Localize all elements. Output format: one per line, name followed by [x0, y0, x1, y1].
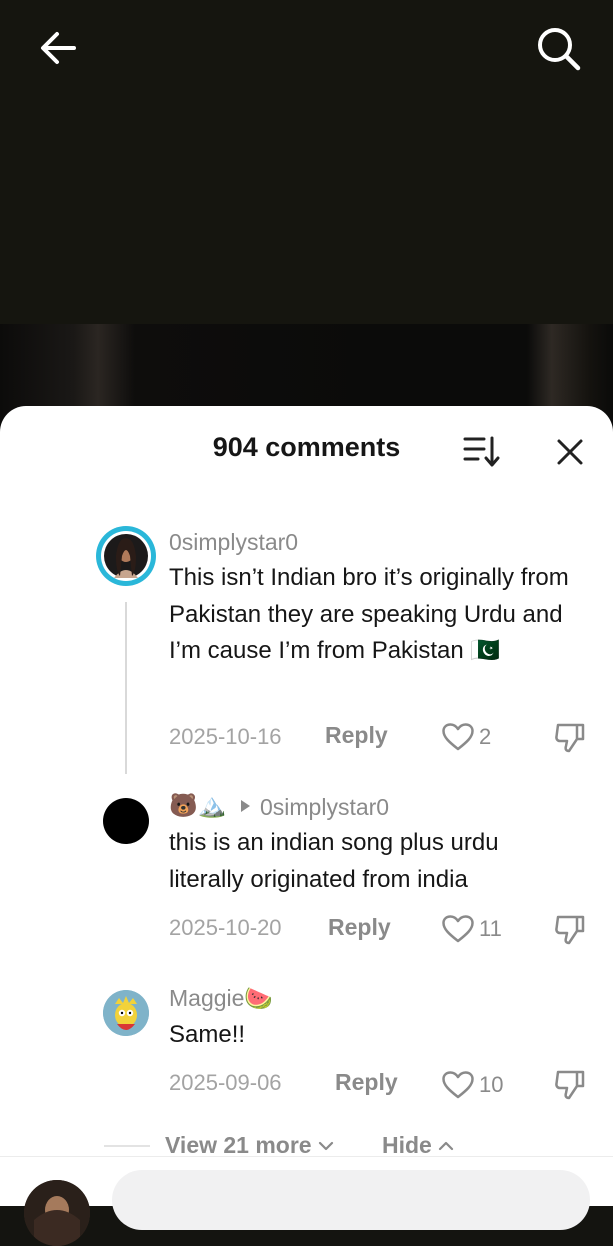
comment-username[interactable]: 0simplystar0 — [169, 529, 298, 556]
like-button[interactable]: 11 — [441, 914, 502, 944]
search-button[interactable] — [534, 24, 584, 74]
comments-sheet: 904 comments 0simplystar0 This isn’t Ind… — [0, 406, 613, 1246]
view-more-replies-button[interactable]: View 21 more — [165, 1132, 334, 1159]
avatar[interactable] — [103, 798, 149, 844]
close-button[interactable] — [552, 434, 588, 470]
comment-text: Same!! — [169, 1021, 246, 1048]
thumbs-down-icon — [555, 1070, 585, 1100]
video-area[interactable] — [0, 0, 613, 324]
close-icon — [557, 439, 583, 465]
like-count: 11 — [479, 916, 502, 941]
heart-icon — [442, 915, 474, 943]
dislike-button[interactable] — [553, 721, 587, 760]
dislike-button[interactable] — [553, 913, 587, 952]
thumbs-down-icon — [555, 723, 585, 753]
comment-date: 2025-09-06 — [169, 1070, 282, 1095]
reply-button[interactable]: Reply — [335, 1069, 398, 1096]
back-button[interactable] — [34, 24, 84, 74]
comment-text: This isn’t Indian bro it’s originally fr… — [169, 564, 569, 664]
avatar[interactable] — [103, 990, 149, 1036]
search-icon — [538, 28, 581, 71]
chevron-up-icon — [438, 1141, 453, 1150]
arrow-left-icon — [41, 32, 76, 64]
like-count: 2 — [479, 724, 492, 749]
dislike-button[interactable] — [553, 1068, 587, 1107]
input-divider — [0, 1156, 613, 1157]
heart-icon — [442, 723, 474, 751]
current-user-avatar[interactable] — [24, 1180, 90, 1246]
sort-button[interactable] — [462, 434, 502, 470]
hide-label: Hide — [382, 1132, 432, 1158]
comment-username[interactable]: 🐻🏔️ — [169, 792, 226, 819]
thread-line — [125, 602, 127, 774]
chevron-down-icon — [318, 1141, 333, 1150]
like-button[interactable]: 10 — [441, 1070, 503, 1100]
comment-username[interactable]: Maggie🍉 — [169, 985, 273, 1012]
comments-count-title: 904 comments — [212, 432, 401, 462]
avatar[interactable] — [96, 526, 156, 586]
like-button[interactable]: 2 — [441, 722, 491, 752]
comment-date: 2025-10-20 — [169, 915, 282, 940]
comment-date: 2025-10-16 — [169, 724, 282, 749]
comment-input[interactable] — [112, 1170, 590, 1230]
hide-replies-button[interactable]: Hide — [382, 1132, 454, 1159]
heart-icon — [442, 1071, 474, 1099]
reply-to-username[interactable]: 0simplystar0 — [260, 794, 389, 821]
thread-divider — [104, 1145, 150, 1147]
thumbs-down-icon — [555, 915, 585, 945]
like-count: 10 — [479, 1072, 504, 1097]
comment-text: this is an indian song plus urdu literal… — [169, 829, 499, 893]
view-more-label: View 21 more — [165, 1132, 312, 1158]
play-triangle-icon — [241, 800, 250, 812]
reply-button[interactable]: Reply — [325, 722, 388, 749]
reply-button[interactable]: Reply — [328, 914, 391, 941]
sort-icon — [463, 436, 500, 467]
